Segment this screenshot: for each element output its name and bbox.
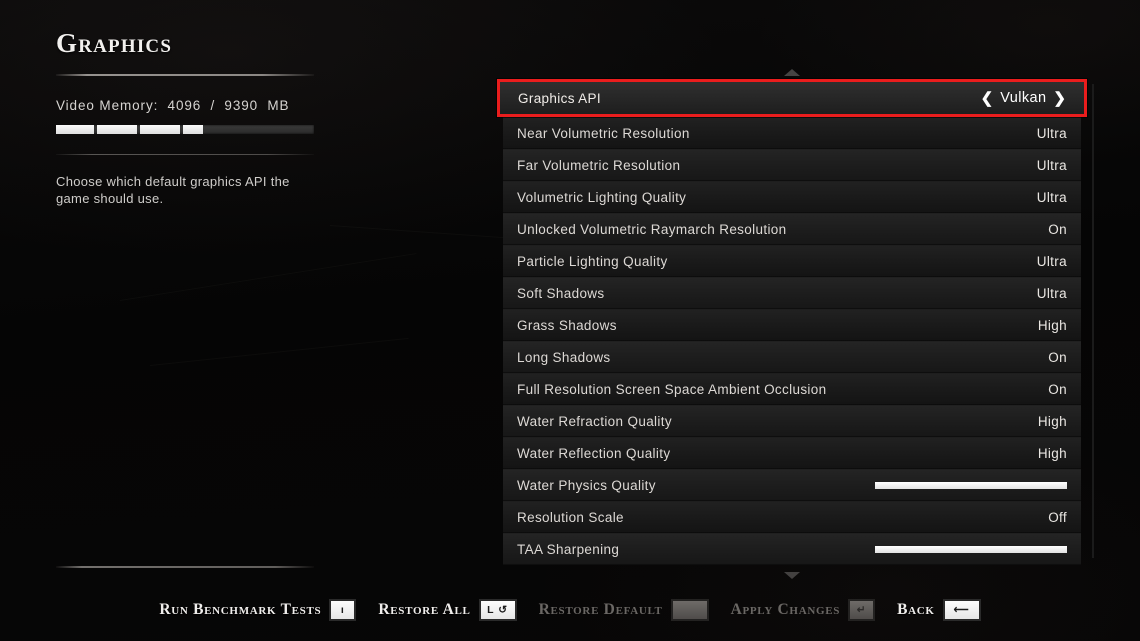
option-row-value: Ultra: [1036, 125, 1067, 141]
option-row-label: Soft Shadows: [517, 285, 605, 301]
video-memory-label: Video Memory: 4096 / 9390 MB: [56, 98, 290, 113]
footer-button-label: Back: [897, 601, 935, 618]
option-slider[interactable]: [875, 545, 1067, 553]
left-info-panel: Graphics Video Memory: 4096 / 9390 MB Ch…: [56, 28, 316, 207]
option-row-label: Far Volumetric Resolution: [517, 157, 681, 173]
option-row-value: Ultra: [1036, 253, 1067, 269]
option-row-label: Full Resolution Screen Space Ambient Occ…: [517, 381, 827, 397]
option-slider-fill: [875, 481, 1067, 489]
option-row[interactable]: Volumetric Lighting Quality Ultra: [503, 181, 1081, 213]
video-memory-segment: [140, 125, 180, 134]
chevron-right-icon[interactable]: ❯: [1053, 91, 1066, 106]
option-row-label: Unlocked Volumetric Raymarch Resolution: [517, 221, 787, 237]
scrollbar-track[interactable]: [1092, 84, 1094, 558]
footer-key-icon: [670, 599, 709, 621]
option-row[interactable]: Far Volumetric Resolution Ultra: [503, 149, 1081, 181]
footer-button-label: Restore Default: [538, 601, 663, 618]
option-row[interactable]: Near Volumetric Resolution Ultra: [503, 117, 1081, 149]
option-row[interactable]: Full Resolution Screen Space Ambient Occ…: [503, 373, 1081, 405]
option-row-value: High: [1037, 445, 1067, 461]
option-row-label: Particle Lighting Quality: [517, 253, 668, 269]
background-scratch: [329, 225, 510, 239]
footer-key-icon[interactable]: ı: [329, 599, 357, 621]
option-row-label: Volumetric Lighting Quality: [517, 189, 687, 205]
option-row[interactable]: Water Reflection Quality High: [503, 437, 1081, 469]
footer-button: Restore Default: [539, 599, 709, 621]
option-row[interactable]: TAA Sharpening: [503, 533, 1081, 565]
chevron-left-icon[interactable]: ❮: [981, 91, 994, 106]
option-row-label: Graphics API: [518, 90, 601, 106]
option-row-value: Off: [1048, 509, 1067, 525]
option-row[interactable]: Graphics API ❮ Vulkan ❯: [497, 79, 1087, 117]
option-row-label: Grass Shadows: [517, 317, 617, 333]
option-row[interactable]: Unlocked Volumetric Raymarch Resolution O…: [503, 213, 1081, 245]
option-row-label: Near Volumetric Resolution: [517, 125, 690, 141]
left-panel-bottom-divider: [56, 566, 314, 568]
title-divider: [56, 74, 314, 76]
option-row-label: Water Physics Quality: [517, 477, 656, 493]
footer-key-icon[interactable]: L ↺: [478, 599, 517, 621]
option-row[interactable]: Soft Shadows Ultra: [503, 277, 1081, 309]
footer-key-icon[interactable]: ⟵: [942, 599, 981, 621]
options-list[interactable]: Graphics API ❮ Vulkan ❯ Near Volumetric Reso…: [497, 69, 1087, 579]
option-row-value: Ultra: [1036, 189, 1067, 205]
video-memory-segment: [56, 125, 94, 134]
option-selector-value: Vulkan: [1000, 90, 1047, 106]
option-row-label: Water Reflection Quality: [517, 445, 671, 461]
option-row-value: High: [1037, 317, 1067, 333]
footer-button-label: Apply Changes: [730, 601, 841, 618]
option-row[interactable]: Resolution Scale Off: [503, 501, 1081, 533]
page-title: Graphics: [56, 28, 173, 58]
description-divider: [56, 154, 314, 155]
option-description: Choose which default graphics API the ga…: [56, 174, 290, 206]
option-row-value: Ultra: [1036, 285, 1067, 301]
footer-actions: Run Benchmark Tests ı Restore All L ↺ Restor…: [0, 599, 1140, 621]
option-selector[interactable]: ❮ Vulkan ❯: [981, 90, 1066, 106]
option-row-value: Ultra: [1036, 157, 1067, 173]
option-row-value: On: [1048, 349, 1067, 365]
footer-button: Apply Changes ↵: [731, 599, 876, 621]
option-row-value: On: [1048, 221, 1067, 237]
option-row-value: High: [1037, 413, 1067, 429]
option-row[interactable]: Long Shadows On: [503, 341, 1081, 373]
option-row[interactable]: Water Physics Quality: [503, 469, 1081, 501]
option-row-label: Long Shadows: [517, 349, 611, 365]
footer-button[interactable]: Back ⟵: [897, 599, 981, 621]
background-scratch: [120, 253, 417, 301]
option-row[interactable]: Water Refraction Quality High: [503, 405, 1081, 437]
option-row-label: TAA Sharpening: [517, 541, 620, 557]
footer-button-label: Restore All: [378, 601, 471, 618]
option-slider[interactable]: [875, 481, 1067, 489]
option-row[interactable]: Particle Lighting Quality Ultra: [503, 245, 1081, 277]
footer-key-icon: ↵: [848, 599, 876, 621]
footer-button-label: Run Benchmark Tests: [159, 601, 322, 618]
option-row[interactable]: Grass Shadows High: [503, 309, 1081, 341]
video-memory-segment: [97, 125, 137, 134]
scroll-up-chevron-icon[interactable]: [784, 69, 800, 76]
video-memory-bar: [56, 125, 314, 134]
option-row-label: Water Refraction Quality: [517, 413, 672, 429]
footer-button[interactable]: Restore All L ↺: [378, 599, 517, 621]
background-scratch: [150, 337, 409, 366]
option-row-label: Resolution Scale: [517, 509, 624, 525]
video-memory-segment: [183, 125, 203, 134]
footer-button[interactable]: Run Benchmark Tests ı: [159, 599, 357, 621]
scroll-down-chevron-icon[interactable]: [784, 572, 800, 579]
option-slider-fill: [875, 545, 1067, 553]
option-row-value: On: [1048, 381, 1067, 397]
